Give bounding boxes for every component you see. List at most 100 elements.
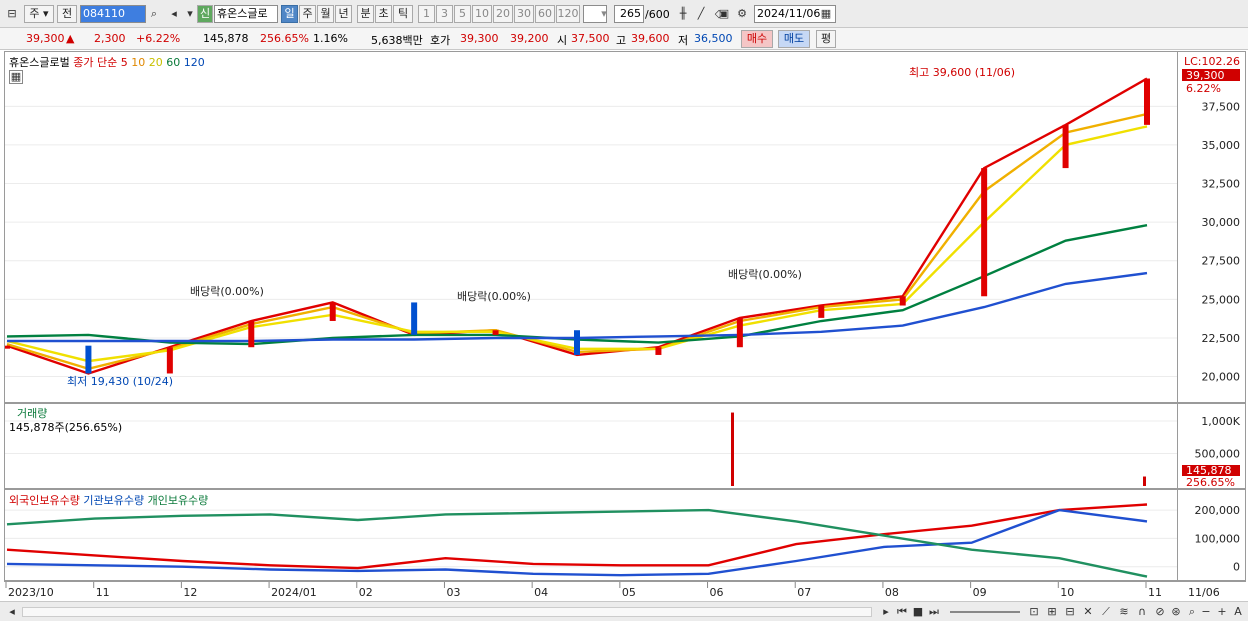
min-5[interactable]: 5 (454, 5, 471, 23)
y-tick-label: 27,500 (1202, 255, 1241, 268)
period-year[interactable]: 년 (335, 5, 352, 23)
window-menu-icon[interactable]: ⊟ (4, 6, 20, 22)
candle (248, 320, 255, 348)
volume-chart (5, 412, 1177, 486)
buy-button[interactable]: 매수 (741, 30, 773, 48)
candle (981, 168, 988, 297)
volume-ratio: 256.65% (260, 32, 309, 45)
y-tick-label: 500,000 (1195, 448, 1241, 461)
candle (411, 302, 418, 335)
date-tick-label: 04 (534, 586, 548, 599)
prev-button[interactable]: 전 (57, 5, 77, 23)
candle (85, 345, 92, 374)
y-tick-label: 1,000K (1201, 415, 1240, 428)
stop-icon[interactable]: ■ (910, 604, 926, 620)
line-tool-icon[interactable]: ╱ (693, 6, 709, 22)
layers-icon[interactable]: ⊛ (1168, 604, 1184, 620)
scroll-right-icon[interactable]: ▸ (878, 604, 894, 620)
date-tick-label: 2023/10 (8, 586, 54, 599)
flow-panel: 외국인보유수량 기관보유수량 개인보유수량 (4, 489, 1178, 581)
low-annotation: 최저 19,430 (10/24) (67, 375, 173, 388)
quote-bar: 39,300 ▲ 2,300 +6.22% 145,878 256.65% 1.… (0, 28, 1248, 50)
current-price: 39,300 (26, 32, 65, 45)
search-icon[interactable]: ⌕ (146, 6, 162, 22)
high-annotation: 최고 39,600 (11/06) (909, 66, 1015, 79)
legend-ma-120: 120 (183, 56, 205, 69)
min-20[interactable]: 20 (493, 5, 513, 23)
fib-icon[interactable]: ≋ (1116, 604, 1132, 620)
zoom-tool-icon[interactable]: ⊡ (1026, 604, 1042, 620)
ruler-icon[interactable]: ⊟ (1062, 604, 1078, 620)
y-tick-label: 0 (1233, 561, 1240, 574)
turnover-pct: 1.16% (313, 32, 348, 45)
zoom-in-icon[interactable]: + (1214, 604, 1230, 620)
save-icon[interactable]: ▣ (716, 6, 732, 22)
candle (1062, 124, 1069, 169)
scrollbar-track[interactable] (22, 607, 872, 617)
candle (166, 347, 173, 374)
code-input[interactable]: 084110 (80, 5, 146, 23)
high-label: 고 (616, 34, 627, 47)
date-tick-label: 2024/01 (271, 586, 317, 599)
chart-tool-icon[interactable]: ⊞ (1044, 604, 1060, 620)
volume-value: 145,878 (203, 32, 249, 45)
legend-ma-10: 10 (131, 56, 146, 69)
period-week[interactable]: 주 (299, 5, 316, 23)
date-tick-label: 11/06 (1188, 586, 1220, 599)
period-second[interactable]: 초 (375, 5, 392, 23)
pin-icon[interactable]: ⊘ (1152, 604, 1168, 620)
price-panel: 최고 39,600 (11/06) 최저 19,430 (10/24) 배당락(0.… (4, 51, 1178, 403)
calculator-icon[interactable]: ▦ (9, 70, 23, 84)
period-minute[interactable]: 분 (357, 5, 374, 23)
fast-forward-icon[interactable]: ⏭ (926, 604, 942, 620)
count-input[interactable]: 265 (614, 5, 644, 23)
min-10[interactable]: 10 (472, 5, 492, 23)
y-tick-label: 200,000 (1195, 504, 1241, 517)
y-tick-label: 35,000 (1202, 139, 1241, 152)
sell-button[interactable]: 매도 (778, 30, 810, 48)
legend-foreign: 외국인보유수량 (9, 494, 80, 507)
candle (492, 330, 499, 335)
cross-icon[interactable]: ✕ (1080, 604, 1096, 620)
min-3[interactable]: 3 (436, 5, 453, 23)
period-tick[interactable]: 틱 (393, 5, 413, 23)
period-month[interactable]: 월 (317, 5, 334, 23)
min-30[interactable]: 30 (514, 5, 534, 23)
legend-ma-60: 60 (166, 56, 181, 69)
date-tick-label: 08 (885, 586, 899, 599)
flow-legend: 외국인보유수량 기관보유수량 개인보유수량 (9, 492, 208, 508)
price-axis-svg: 37,500 35,000 32,500 30,000 27,500 25,000 22,5… (1182, 55, 1241, 384)
min-1[interactable]: 1 (418, 5, 435, 23)
date-axis-svg: 2023/10 11 12 2024/01 02 03 04 05 06 07 08 09 10 11 11… (5, 582, 1220, 599)
dividend-label: 배당락(0.00%) (457, 290, 531, 303)
min-120[interactable]: 120 (556, 5, 580, 23)
rewind-icon[interactable]: ⏮ (894, 604, 910, 620)
chevron-down-icon[interactable]: ▾ (182, 6, 198, 22)
eval-button[interactable]: 평 (816, 30, 836, 48)
volume-legend-value: 145,878주(256.65%) (9, 421, 123, 434)
speaker-icon[interactable]: ◂ (166, 6, 182, 22)
scroll-left-icon[interactable]: ◂ (4, 604, 20, 620)
min-60[interactable]: 60 (535, 5, 555, 23)
dividend-label: 배당락(0.00%) (190, 285, 264, 298)
gear-icon[interactable]: ⚙ (734, 6, 750, 22)
chevron-down-icon[interactable]: ▾ (596, 6, 612, 22)
zoom-out-icon[interactable]: − (1198, 604, 1214, 620)
zoom-slider[interactable] (950, 611, 1020, 613)
toolbar: ⊟ 주 ▾ 전 084110 ⌕ ◂ ▾ 신 휴온스글로 일 주 월 년 분 초… (0, 0, 1248, 28)
period-day[interactable]: 일 (281, 5, 298, 23)
trend-icon[interactable]: ⟋ (1098, 604, 1114, 620)
type-select[interactable]: 주 ▾ (24, 5, 54, 23)
candle-icon[interactable]: ╫ (675, 6, 691, 22)
legend-ma-5: 5 (120, 56, 128, 69)
price-legend: 휴온스글로벌 종가 단순 5 10 20 60 120 (9, 54, 205, 70)
low-label: 저 (678, 34, 689, 47)
date-tick-label: 09 (973, 586, 987, 599)
date-tick-label: 05 (622, 586, 636, 599)
ask-price: 39,300 (460, 32, 499, 45)
volume-axis: 1,000K 500,000 145,878 256.65% (1178, 403, 1246, 489)
font-size-icon[interactable]: A (1230, 604, 1246, 620)
magnet-icon[interactable]: ∩ (1134, 604, 1150, 620)
calendar-icon[interactable]: ▦ (818, 6, 834, 22)
volume-axis-svg: 1,000K500,000145,878256.65% (1182, 415, 1241, 489)
